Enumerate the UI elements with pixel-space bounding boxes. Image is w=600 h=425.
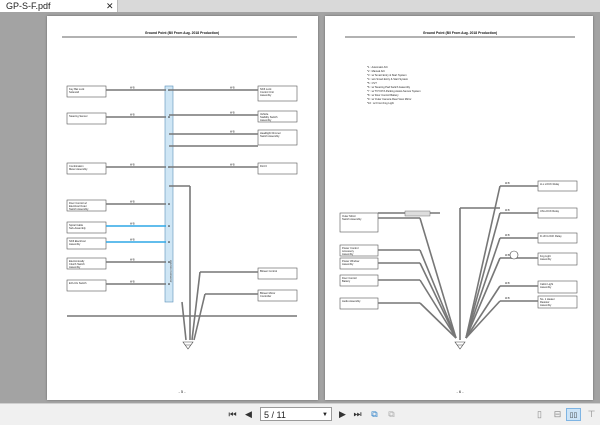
legend-item: *3 : w/ Smart Entry & Start System xyxy=(367,73,407,77)
first-page-button[interactable]: ⏮ xyxy=(226,408,239,421)
wire-color-label: W-B xyxy=(505,234,510,237)
next-page-icon: ▶ xyxy=(339,409,346,419)
wire-color-label: W-B xyxy=(130,164,135,167)
wire-color-label: W-B xyxy=(230,112,235,115)
bus-label: Junction Connector xyxy=(169,260,173,282)
previous-view-icon: ⧉ xyxy=(371,409,378,419)
ground-symbol xyxy=(182,341,194,350)
page-number: - 6 - xyxy=(456,389,464,394)
wire-color-label: W-B xyxy=(230,131,235,134)
right-component-box-label: Assembly xyxy=(260,118,272,122)
wire xyxy=(181,301,187,341)
page-number-input[interactable]: 5 / 11 ▼ xyxy=(260,407,332,421)
wire xyxy=(419,249,457,339)
legend-item: *2 : Manual A/C xyxy=(367,69,385,73)
ground-symbol xyxy=(454,341,466,350)
right-component-box-label: Controller xyxy=(260,294,271,298)
wire-color-label: W-B xyxy=(230,87,235,90)
wire-color-label: W-B xyxy=(130,239,135,242)
left-component-box-label: Audio Assembly xyxy=(342,299,361,303)
right-component-box-label: Assembly xyxy=(540,303,552,307)
page-number-value: 5 / 11 xyxy=(264,410,286,420)
book-view-button[interactable]: ⊤ xyxy=(585,408,598,421)
left-component-box-label: Meter Assembly xyxy=(69,167,88,171)
wire-color-label: W-B xyxy=(130,281,135,284)
next-view-icon: ⧉ xyxy=(388,409,395,419)
splice-dot xyxy=(168,241,170,243)
previous-page-icon: ◀ xyxy=(245,409,252,419)
left-component-box-label: Assembly xyxy=(342,252,354,256)
splice-dot xyxy=(168,225,170,227)
next-page-button[interactable]: ▶ xyxy=(336,408,349,421)
last-page-button[interactable]: ⏭ xyxy=(351,408,364,421)
legend-item: *8 : w/ Door Control Battery xyxy=(367,93,399,97)
left-component-box-label: Assembly xyxy=(69,265,81,269)
left-component-box-label: ECU-IG Switch xyxy=(69,281,87,285)
wire-color-label: W-B xyxy=(130,87,135,90)
bottom-toolbar: ⏮ ◀ 5 / 11 ▼ ▶ ⏭ ⧉ ⧉ ▯ ⊟ ▯▯ ⊤ xyxy=(0,403,600,425)
wire-color-label: W-B xyxy=(130,114,135,117)
last-page-icon: ⏭ xyxy=(353,409,362,419)
wire-color-label: W-B xyxy=(505,209,510,212)
wire xyxy=(465,237,501,339)
splice-dot xyxy=(168,203,170,205)
right-component-box-label: Switch Assembly xyxy=(260,134,280,138)
right-component-box-label: DLC3 xyxy=(260,164,267,168)
splice-dot xyxy=(168,283,170,285)
wire-color-label: W-B xyxy=(130,259,135,262)
splice-dot xyxy=(168,116,170,118)
continuous-icon: ⊟ xyxy=(553,409,562,419)
wire-color-label: W-B xyxy=(130,201,135,204)
chevron-down-icon[interactable]: ▼ xyxy=(322,408,328,422)
wire-color-label: W-B xyxy=(130,223,135,226)
left-component-box-label: Solenoid xyxy=(69,90,80,94)
wire xyxy=(465,257,501,339)
splice-dot xyxy=(168,261,170,263)
legend-item: *10 : w/ Front Fog Light xyxy=(367,101,394,105)
junction-circle xyxy=(509,250,519,260)
legend-item: *6 : w/ Steering Pad Switch Assembly xyxy=(367,85,411,89)
facing-pages-button[interactable]: ▯▯ xyxy=(566,408,581,421)
legend-item: *1 : Automatic A/C xyxy=(367,65,388,69)
facing-pages-icon: ▯▯ xyxy=(569,412,578,419)
wire-color-label: W-B xyxy=(505,282,510,285)
left-component-box-label: Assembly xyxy=(69,242,81,246)
single-page-icon: ▯ xyxy=(537,409,542,419)
wire xyxy=(193,293,206,341)
right-component-box-label: Assembly xyxy=(540,285,552,289)
legend-item: *7 : w/ TOYOTA Parking Assist-Sensor Sys… xyxy=(367,89,421,93)
left-component-box-label: Sub-Assembly xyxy=(69,226,86,230)
next-view-button[interactable]: ⧉ xyxy=(385,408,398,421)
right-component-box-label: H-L LOCK Relay xyxy=(540,182,560,186)
single-page-button[interactable]: ▯ xyxy=(533,408,546,421)
left-component-box-label: Switch Assembly xyxy=(69,207,89,211)
previous-page-button[interactable]: ◀ xyxy=(242,408,255,421)
left-component-box-label: Battery xyxy=(342,279,351,283)
connector-block xyxy=(404,210,431,217)
wire-color-label: W-B xyxy=(505,254,510,257)
continuous-button[interactable]: ⊟ xyxy=(551,408,564,421)
page-title: Ground Point (B/I From Aug. 2018 Product… xyxy=(145,31,219,35)
page-number: - 5 - xyxy=(178,389,186,394)
left-component-box-label: Steering Sensor xyxy=(69,114,88,118)
left-component-box-label: Switch Assembly xyxy=(342,217,362,221)
wire-color-label: W-B xyxy=(505,182,510,185)
previous-view-button[interactable]: ⧉ xyxy=(368,408,381,421)
legend-item: *4 : w/o Smart Entry & Start System xyxy=(367,77,408,81)
wiring-diagrams: Ground Point (B/I From Aug. 2018 Product… xyxy=(62,31,578,394)
book-view-icon: ⊤ xyxy=(587,409,596,419)
legend-item: *5 : CVT xyxy=(367,81,377,85)
left-component-box-label: Assembly xyxy=(342,262,354,266)
wire-color-label: W-B xyxy=(230,164,235,167)
legend-item: *9 : w/ Outer Camera Rear View Mirror xyxy=(367,97,412,101)
right-component-box-label: UN-LOCK Relay xyxy=(540,209,560,213)
first-page-icon: ⏮ xyxy=(228,409,237,419)
right-component-box-label: Assembly xyxy=(540,257,552,261)
wire xyxy=(419,262,457,339)
page-title: Ground Point (B/I From Aug. 2018 Product… xyxy=(423,31,497,35)
right-component-box-label: Blower Control xyxy=(260,269,277,273)
right-component-box-label: D-UN LOCK Relay xyxy=(540,234,562,238)
wire-color-label: W-B xyxy=(505,297,510,300)
right-component-box-label: Assembly xyxy=(260,93,272,97)
